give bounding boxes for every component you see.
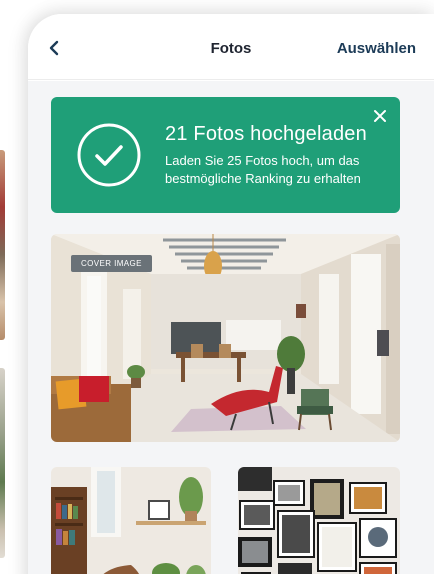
banner-subtitle: Laden Sie 25 Fotos hoch, um das bestmögl… [165, 153, 361, 186]
photo-content[interactable]: 21 Fotos hochgeladen Laden Sie 25 Fotos … [28, 81, 434, 574]
cover-photo[interactable]: COVER IMAGE [51, 234, 400, 442]
previous-photo-edge [0, 368, 5, 558]
upload-success-banner: 21 Fotos hochgeladen Laden Sie 25 Fotos … [51, 97, 400, 213]
nav-header: Fotos Auswählen [28, 14, 434, 80]
previous-photo-edge [0, 150, 5, 340]
phone-frame: Fotos Auswählen 21 Fotos hochgeladen Lad… [28, 14, 434, 574]
screen: Fotos Auswählen 21 Fotos hochgeladen Lad… [0, 0, 434, 574]
close-icon[interactable] [371, 107, 389, 125]
photo-thumbnail[interactable] [51, 467, 211, 574]
select-button[interactable]: Auswählen [337, 40, 416, 57]
gallery-wall-image [238, 467, 400, 574]
check-circle-icon [77, 123, 141, 187]
bookshelf-room-image [51, 467, 211, 574]
photo-thumbnail[interactable] [238, 467, 400, 574]
cover-image-badge: COVER IMAGE [71, 255, 152, 272]
banner-title: 21 Fotos hochgeladen [165, 123, 367, 145]
